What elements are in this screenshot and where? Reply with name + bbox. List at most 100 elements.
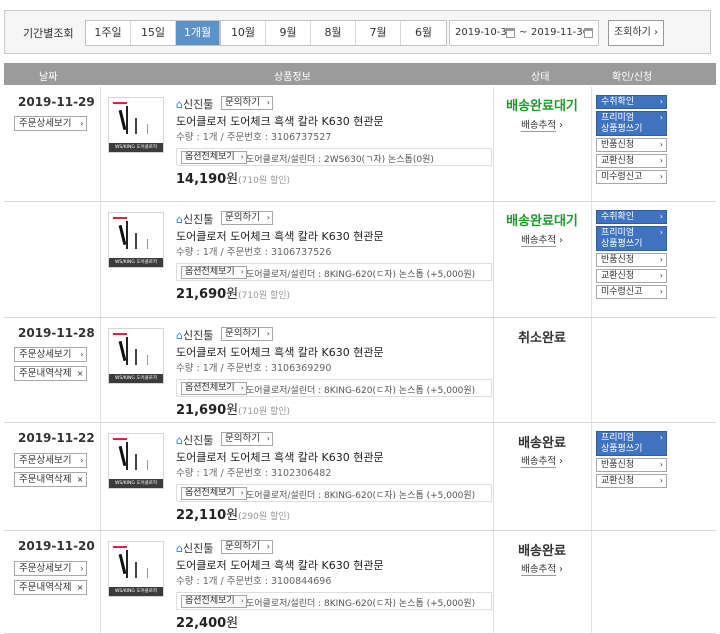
action-button[interactable]: 프리미엄 상품평쓰기 › xyxy=(596,111,667,136)
action-button-label: 반품신청 xyxy=(601,255,635,265)
period-tab-1week[interactable]: 1주일 xyxy=(86,21,131,45)
chevron-right-icon: › xyxy=(659,271,663,280)
calendar-icon[interactable] xyxy=(506,28,515,38)
order-delete-button[interactable]: 주문내역삭제 × xyxy=(14,472,88,487)
option-text: 도어클로저/설린더 : 8KING-620(ㄷ자) 논스톱 (+5,000원) xyxy=(246,386,476,396)
filter-title: 기간별조회 xyxy=(23,27,74,40)
action-button-label: 미수령신고 xyxy=(601,287,643,297)
order-delete-button[interactable]: 주문내역삭제 × xyxy=(14,366,88,381)
option-text: 도어클로저/설린더 : 2WS630(ㄱ자) 논스톱(0원) xyxy=(246,155,434,165)
search-button-label: 조회하기 xyxy=(614,27,651,38)
chevron-right-icon: › xyxy=(659,140,663,149)
action-button[interactable]: 반품신청 › xyxy=(596,253,667,267)
header-product: 상품정보 xyxy=(274,72,311,83)
order-delete-button[interactable]: 주문내역삭제 × xyxy=(14,580,88,595)
calendar-icon[interactable] xyxy=(584,28,593,38)
seller-link[interactable]: ⌂신진툴 xyxy=(176,211,213,227)
header-status: 상태 xyxy=(531,72,550,83)
option-detail-button[interactable]: 옵션전체보기 › xyxy=(181,151,247,164)
date-range: 2019-10-31 ~ 2019-11-30 xyxy=(449,20,599,46)
order-button-label: 주문상세보기 xyxy=(19,118,72,129)
order-button-label: 주문내역삭제 xyxy=(19,474,72,485)
home-icon: ⌂ xyxy=(176,434,183,447)
product-name[interactable]: 도어클로저 도어체크 흑색 칼라 K630 현관문 xyxy=(176,344,384,360)
option-detail-button[interactable]: 옵션전체보기 › xyxy=(181,595,247,608)
track-delivery-link[interactable]: 배송추적 › xyxy=(497,232,587,247)
ask-button[interactable]: 문의하기 › xyxy=(221,211,273,225)
product-name[interactable]: 도어클로저 도어체크 흑색 칼라 K630 현관문 xyxy=(176,113,384,129)
search-button[interactable]: 조회하기 › xyxy=(608,20,664,46)
option-text: 도어클로저/설린더 : 8KING-620(ㄷ자) 논스톱 (+5,000원) xyxy=(246,270,476,280)
option-detail-button[interactable]: 옵션전체보기 › xyxy=(181,487,247,500)
ask-button[interactable]: 문의하기 › xyxy=(221,96,273,110)
period-tab-1month[interactable]: 1개월 xyxy=(176,21,221,45)
ask-button[interactable]: 문의하기 › xyxy=(221,327,273,341)
period-tab-aug[interactable]: 8월 xyxy=(311,21,356,45)
thumbnail-caption: WS/KING 도어클로저 xyxy=(109,479,163,488)
ask-button-label: 문의하기 xyxy=(225,97,260,108)
track-delivery-link[interactable]: 배송추적 › xyxy=(497,561,587,576)
column-divider xyxy=(591,202,592,317)
product-thumbnail[interactable]: WS/KING 도어클로저 xyxy=(108,541,164,597)
chevron-right-icon: › xyxy=(659,172,663,181)
chevron-right-icon: › xyxy=(556,456,563,467)
action-button[interactable]: 수취확인 › xyxy=(596,210,667,224)
product-name[interactable]: 도어클로저 도어체크 흑색 칼라 K630 현관문 xyxy=(176,228,384,244)
chevron-right-icon: › xyxy=(659,287,663,296)
column-divider xyxy=(493,87,494,201)
action-button[interactable]: 수취확인 › xyxy=(596,95,667,109)
product-name[interactable]: 도어클로저 도어체크 흑색 칼라 K630 현관문 xyxy=(176,449,384,465)
product-thumbnail[interactable]: WS/KING 도어클로저 xyxy=(108,97,164,153)
price-amount: 14,190 xyxy=(176,172,227,187)
chevron-right-icon: › xyxy=(80,456,84,465)
date-to-field[interactable]: 2019-11-30 xyxy=(531,27,589,38)
product-thumbnail[interactable]: WS/KING 도어클로저 xyxy=(108,433,164,489)
order-detail-button[interactable]: 주문상세보기 › xyxy=(14,453,88,468)
seller-link[interactable]: ⌂신진툴 xyxy=(176,96,213,112)
track-delivery-link[interactable]: 배송추적 › xyxy=(497,117,587,132)
ask-button[interactable]: 문의하기 › xyxy=(221,540,273,554)
period-tab-sep[interactable]: 9월 xyxy=(266,21,311,45)
product-thumbnail[interactable]: WS/KING 도어클로저 xyxy=(108,328,164,384)
option-box: 옵션전체보기 › 도어클로저/설린더 : 8KING-620(ㄷ자) 논스톱 (+5… xyxy=(176,379,492,397)
action-button[interactable]: 반품신청 › xyxy=(596,138,667,152)
ask-button[interactable]: 문의하기 › xyxy=(221,432,273,446)
product-thumbnail[interactable]: WS/KING 도어클로저 xyxy=(108,212,164,268)
order-detail-button[interactable]: 주문상세보기 › xyxy=(14,561,88,576)
column-divider xyxy=(493,531,494,633)
action-button-label: 프리미엄 xyxy=(601,433,635,443)
seller-link[interactable]: ⌂신진툴 xyxy=(176,327,213,343)
action-button[interactable]: 프리미엄 상품평쓰기 › xyxy=(596,226,667,251)
option-detail-button[interactable]: 옵션전체보기 › xyxy=(181,266,247,279)
track-delivery-label: 배송추적 xyxy=(521,120,557,132)
period-tab-jul[interactable]: 7월 xyxy=(356,21,401,45)
period-tab-15days[interactable]: 15일 xyxy=(131,21,176,45)
option-detail-button[interactable]: 옵션전체보기 › xyxy=(181,382,247,395)
product-name[interactable]: 도어클로저 도어체크 흑색 칼라 K630 현관문 xyxy=(176,557,384,573)
track-delivery-link[interactable]: 배송추적 › xyxy=(497,453,587,468)
action-button[interactable]: 미수령신고 › xyxy=(596,285,667,299)
column-divider xyxy=(100,423,101,530)
order-detail-button[interactable]: 주문상세보기 › xyxy=(14,347,88,362)
period-tab-jun[interactable]: 6월 xyxy=(401,21,446,45)
action-button-label: 상품평쓰기 xyxy=(601,444,643,454)
action-button[interactable]: 교환신청 › xyxy=(596,474,667,488)
seller-link[interactable]: ⌂신진툴 xyxy=(176,540,213,556)
action-button-label: 프리미엄 xyxy=(601,113,635,123)
thumbnail-graphic xyxy=(113,333,127,335)
period-tab-oct[interactable]: 10월 xyxy=(221,21,266,45)
action-button[interactable]: 반품신청 › xyxy=(596,458,667,472)
order-row: 2019-11-20 WS/KING 도어클로저 ⌂신진툴 문의하기 › 도어클로저 도어… xyxy=(4,531,716,634)
order-meta: 수량 : 1개 / 주문번호 : 3106737527 xyxy=(176,132,332,143)
action-button[interactable]: 미수령신고 › xyxy=(596,170,667,184)
discount-text: (290원 할인) xyxy=(238,512,291,522)
action-button[interactable]: 교환신청 › xyxy=(596,154,667,168)
price-amount: 22,400 xyxy=(176,616,227,631)
order-detail-button[interactable]: 주문상세보기 › xyxy=(14,116,88,131)
thumbnail-graphic xyxy=(147,568,148,578)
seller-link[interactable]: ⌂신진툴 xyxy=(176,432,213,448)
action-button[interactable]: 교환신청 › xyxy=(596,269,667,283)
thumbnail-caption: WS/KING 도어클로저 xyxy=(109,258,163,267)
date-from-field[interactable]: 2019-10-31 xyxy=(455,27,513,38)
action-button[interactable]: 프리미엄 상품평쓰기 › xyxy=(596,431,667,456)
